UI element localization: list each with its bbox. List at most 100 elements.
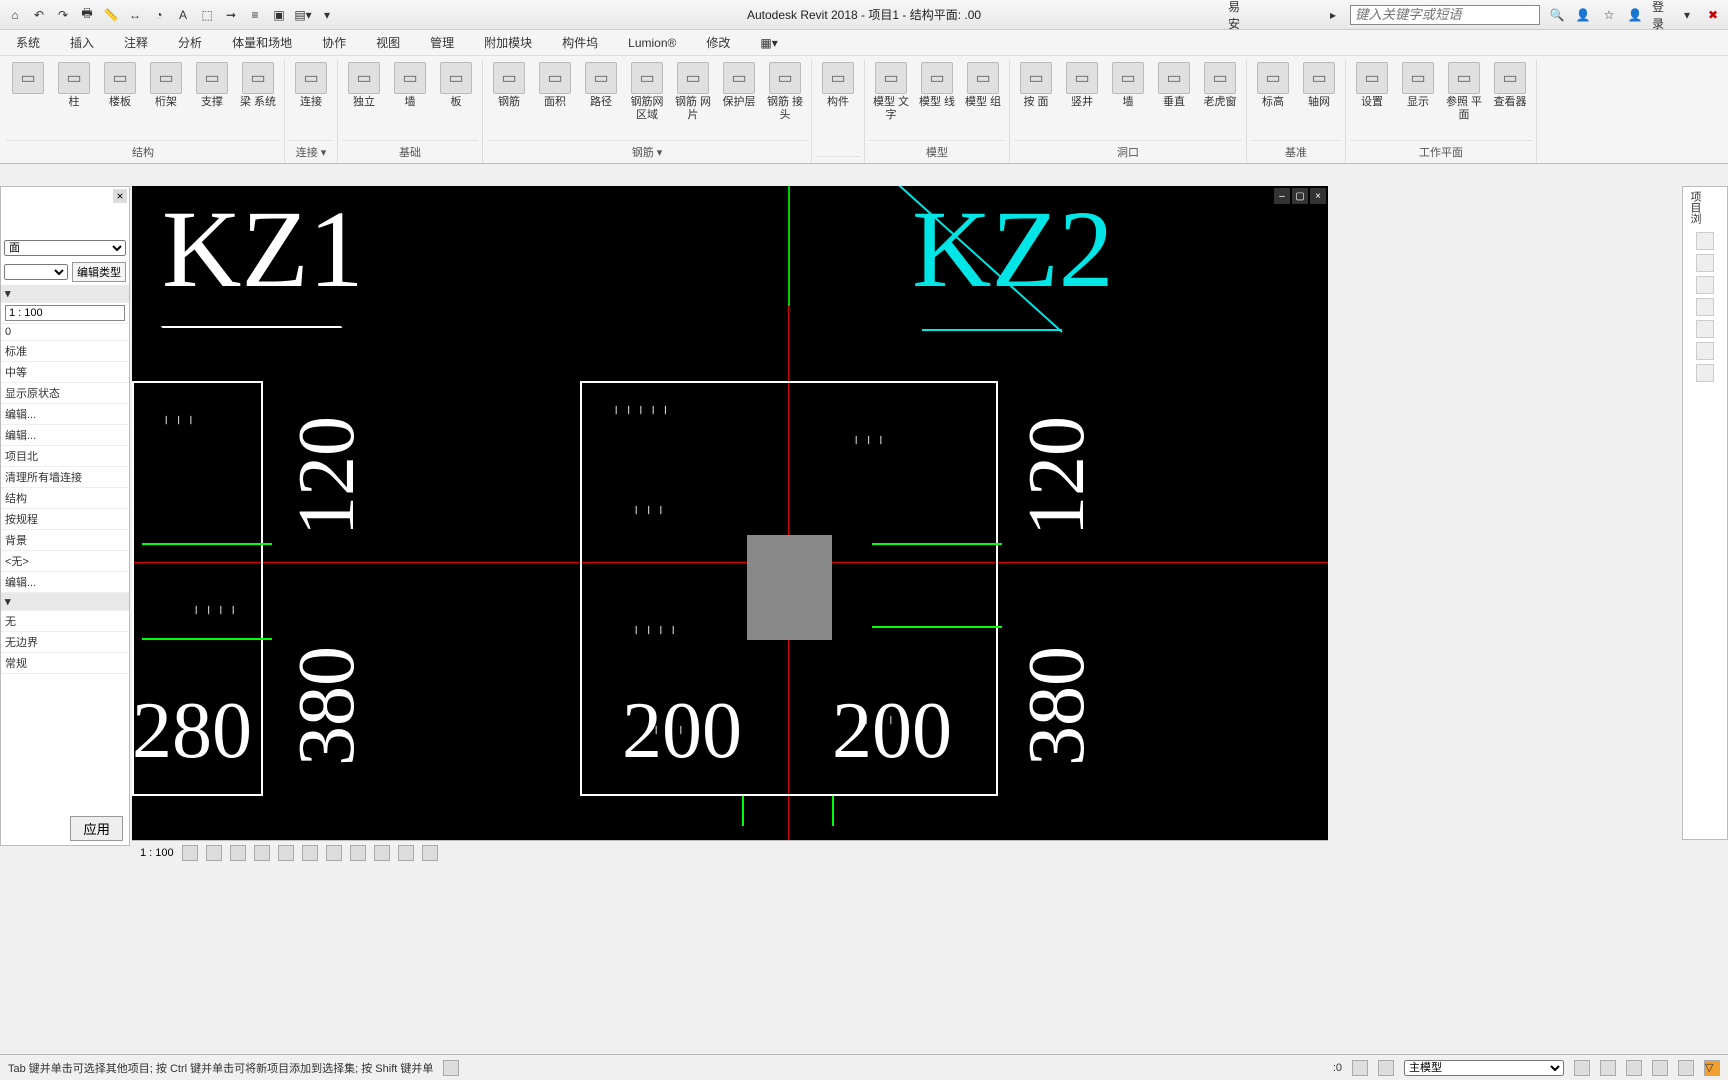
ribbon-tool[interactable]: ▭查看器 bbox=[1488, 60, 1532, 109]
browser-icon[interactable] bbox=[1696, 298, 1714, 316]
ribbon-tool[interactable]: ▭垂直 bbox=[1152, 60, 1196, 109]
props-row[interactable]: 常规 bbox=[1, 653, 129, 674]
ribbon-tool[interactable]: ▭墙 bbox=[388, 60, 432, 109]
view-scale[interactable]: 1 : 100 bbox=[140, 847, 174, 859]
minimize-icon[interactable]: – bbox=[1274, 188, 1290, 204]
ribbon-tool[interactable]: ▭竖井 bbox=[1060, 60, 1104, 109]
s-icon[interactable] bbox=[1652, 1060, 1668, 1076]
model-select[interactable]: 主模型 bbox=[1404, 1060, 1564, 1076]
tab-manage[interactable]: 管理 bbox=[424, 30, 460, 55]
shadow-icon[interactable] bbox=[254, 845, 270, 861]
s-icon[interactable] bbox=[1574, 1060, 1590, 1076]
close-win-icon[interactable]: ▣ bbox=[270, 6, 288, 24]
constraint-icon[interactable] bbox=[422, 845, 438, 861]
props-row[interactable]: <无> bbox=[1, 551, 129, 572]
props-row[interactable]: 背景 bbox=[1, 530, 129, 551]
ribbon-tool[interactable]: ▭板 bbox=[434, 60, 478, 109]
thin-icon[interactable]: ≡ bbox=[246, 6, 264, 24]
tab-lumion[interactable]: Lumion® bbox=[622, 32, 682, 54]
ribbon-tool[interactable]: ▭面积 bbox=[533, 60, 577, 109]
ribbon-tool[interactable]: ▭模型 组 bbox=[961, 60, 1005, 109]
status-filter-icon[interactable] bbox=[443, 1060, 459, 1076]
edit-type-button[interactable]: 编辑类型 bbox=[72, 262, 126, 282]
ribbon-tool[interactable]: ▭桁架 bbox=[144, 60, 188, 109]
ribbon-tool[interactable]: ▭梁 系统 bbox=[236, 60, 280, 109]
ribbon-tool[interactable]: ▭柱 bbox=[52, 60, 96, 109]
tab-collab[interactable]: 协作 bbox=[316, 30, 352, 55]
x-icon[interactable]: ✖ bbox=[1704, 6, 1722, 24]
ribbon-tool[interactable]: ▭墙 bbox=[1106, 60, 1150, 109]
tab-annotate[interactable]: 注释 bbox=[118, 30, 154, 55]
ribbon-tool[interactable]: ▭支撑 bbox=[190, 60, 234, 109]
more-icon[interactable]: ▾ bbox=[318, 6, 336, 24]
temp-icon[interactable] bbox=[374, 845, 390, 861]
ribbon-tool[interactable]: ▭设置 bbox=[1350, 60, 1394, 109]
apply-button[interactable]: 应用 bbox=[70, 816, 123, 841]
ribbon-tool[interactable]: ▭标高 bbox=[1251, 60, 1295, 109]
props-row[interactable]: 编辑... bbox=[1, 404, 129, 425]
text-icon[interactable]: A bbox=[174, 6, 192, 24]
dropdown-icon[interactable]: ▾ bbox=[1678, 6, 1696, 24]
arrow-icon[interactable]: ▸ bbox=[1324, 6, 1342, 24]
ribbon-tool[interactable]: ▭楼板 bbox=[98, 60, 142, 109]
sun-icon[interactable] bbox=[230, 845, 246, 861]
home-icon[interactable]: ⌂ bbox=[6, 6, 24, 24]
ribbon-tool[interactable]: ▭保护层 bbox=[717, 60, 761, 109]
scale-input[interactable] bbox=[5, 305, 125, 321]
undo-icon[interactable]: ↶ bbox=[30, 6, 48, 24]
workset-icon[interactable] bbox=[1352, 1060, 1368, 1076]
switch-icon[interactable]: ▤▾ bbox=[294, 6, 312, 24]
ribbon-tool[interactable]: ▭显示 bbox=[1396, 60, 1440, 109]
dim-icon[interactable]: ↔ bbox=[126, 6, 144, 24]
ribbon-tool[interactable]: ▭钢筋 网片 bbox=[671, 60, 715, 122]
render-icon[interactable] bbox=[278, 845, 294, 861]
style-icon[interactable] bbox=[206, 845, 222, 861]
ribbon-tool[interactable]: ▭钢筋 接头 bbox=[763, 60, 807, 122]
tab-view[interactable]: 视图 bbox=[370, 30, 406, 55]
ribbon-tool[interactable]: ▭模型 线 bbox=[915, 60, 959, 109]
maximize-icon[interactable]: ▢ bbox=[1292, 188, 1308, 204]
props-row[interactable]: 无边界 bbox=[1, 632, 129, 653]
browser-icon[interactable] bbox=[1696, 276, 1714, 294]
props-row[interactable]: 0 bbox=[1, 324, 129, 341]
redo-icon[interactable]: ↷ bbox=[54, 6, 72, 24]
search-input[interactable] bbox=[1350, 5, 1540, 25]
props-row[interactable]: 项目北 bbox=[1, 446, 129, 467]
close-icon[interactable]: × bbox=[113, 189, 127, 203]
tab-insert[interactable]: 插入 bbox=[64, 30, 100, 55]
tab-extra-icon[interactable]: ▦▾ bbox=[754, 32, 783, 54]
section-icon[interactable]: ➞ bbox=[222, 6, 240, 24]
props-row[interactable]: 标准 bbox=[1, 341, 129, 362]
reveal-icon[interactable] bbox=[398, 845, 414, 861]
ribbon-tool[interactable]: ▭路径 bbox=[579, 60, 623, 109]
browser-icon[interactable] bbox=[1696, 364, 1714, 382]
props-row[interactable]: 显示原状态 bbox=[1, 383, 129, 404]
ribbon-tool[interactable]: ▭老虎窗 bbox=[1198, 60, 1242, 109]
measure-icon[interactable]: 📏 bbox=[102, 6, 120, 24]
fav-icon[interactable]: ☆ bbox=[1600, 6, 1618, 24]
tag-icon[interactable]: ◔ bbox=[150, 6, 168, 24]
browser-icon[interactable] bbox=[1696, 254, 1714, 272]
props-row[interactable]: 无 bbox=[1, 611, 129, 632]
search-icon[interactable]: 🔍 bbox=[1548, 6, 1566, 24]
instance-selector[interactable] bbox=[4, 264, 68, 280]
type-selector[interactable]: 面 bbox=[4, 240, 126, 256]
ribbon-tool[interactable]: ▭ bbox=[6, 60, 50, 96]
detail-icon[interactable] bbox=[182, 845, 198, 861]
tab-modify[interactable]: 修改 bbox=[700, 30, 736, 55]
props-row[interactable]: 编辑... bbox=[1, 572, 129, 593]
props-row[interactable]: 结构 bbox=[1, 488, 129, 509]
props-row[interactable]: 清理所有墙连接 bbox=[1, 467, 129, 488]
ribbon-tool[interactable]: ▭构件 bbox=[816, 60, 860, 109]
s-icon[interactable] bbox=[1600, 1060, 1616, 1076]
comm-icon[interactable]: 👤 bbox=[1574, 6, 1592, 24]
view3d-icon[interactable]: ⬚ bbox=[198, 6, 216, 24]
ribbon-tool[interactable]: ▭钢筋 bbox=[487, 60, 531, 109]
tab-massing[interactable]: 体量和场地 bbox=[226, 30, 298, 55]
s-icon[interactable] bbox=[1678, 1060, 1694, 1076]
ribbon-tool[interactable]: ▭连接 bbox=[289, 60, 333, 109]
project-browser[interactable]: 项目浏 bbox=[1682, 186, 1728, 840]
design-icon[interactable] bbox=[1378, 1060, 1394, 1076]
crop-icon[interactable] bbox=[302, 845, 318, 861]
tab-system[interactable]: 系统 bbox=[10, 30, 46, 55]
